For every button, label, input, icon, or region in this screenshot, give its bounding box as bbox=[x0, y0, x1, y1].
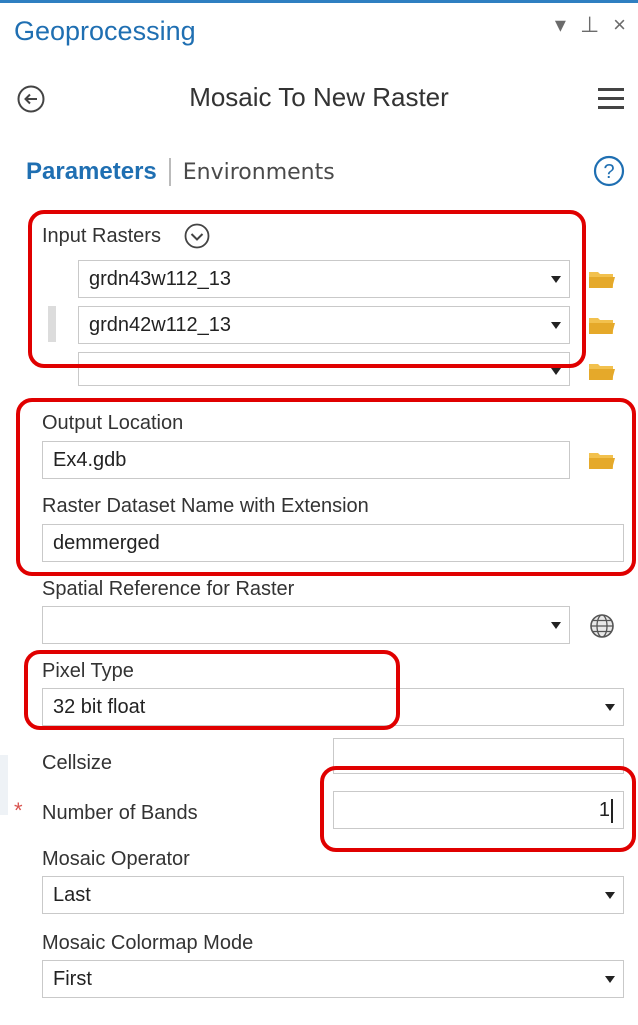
raster-name-value: demmerged bbox=[53, 532, 160, 554]
spatial-reference-label: Spatial Reference for Raster bbox=[42, 578, 295, 600]
mosaic-operator-label: Mosaic Operator bbox=[42, 848, 190, 870]
help-question-icon[interactable]: ? bbox=[592, 154, 626, 188]
svg-text:?: ? bbox=[603, 161, 614, 183]
chevron-down-icon bbox=[551, 368, 561, 375]
folder-icon[interactable] bbox=[588, 314, 616, 336]
tool-title: Mosaic To New Raster bbox=[189, 82, 449, 112]
cellsize-input[interactable] bbox=[333, 738, 624, 774]
hamburger-menu-icon[interactable] bbox=[598, 88, 624, 110]
pin-icon[interactable]: ⊥ bbox=[580, 14, 599, 36]
required-marker: * bbox=[14, 798, 23, 823]
cellsize-label: Cellsize bbox=[42, 752, 113, 774]
tab-parameters[interactable]: Parameters bbox=[26, 158, 157, 186]
pixel-type-label: Pixel Type bbox=[42, 660, 134, 682]
chevron-down-circle-icon[interactable] bbox=[183, 222, 211, 250]
number-of-bands-input[interactable]: 1 bbox=[333, 791, 624, 829]
pixel-type-dropdown[interactable]: 32 bit float bbox=[42, 688, 624, 726]
output-location-value: Ex4.gdb bbox=[53, 449, 127, 471]
folder-icon[interactable] bbox=[588, 360, 616, 382]
colormap-mode-value: First bbox=[53, 968, 92, 990]
input-raster-value: grdn42w112_13 bbox=[89, 314, 231, 336]
tab-bar: Parameters Environments bbox=[26, 158, 335, 186]
pane-options-dropdown-icon[interactable]: ▾ bbox=[555, 14, 566, 36]
left-edge-hint bbox=[0, 755, 8, 815]
chevron-down-icon bbox=[605, 892, 615, 899]
mosaic-operator-value: Last bbox=[53, 884, 91, 906]
folder-icon[interactable] bbox=[588, 268, 616, 290]
chevron-down-icon bbox=[605, 976, 615, 983]
output-location-input[interactable]: Ex4.gdb bbox=[42, 441, 570, 479]
input-raster-value: grdn43w112_13 bbox=[89, 268, 231, 290]
close-icon[interactable]: × bbox=[613, 14, 626, 36]
pixel-type-value: 32 bit float bbox=[53, 696, 146, 718]
input-raster-dropdown-3[interactable] bbox=[78, 352, 570, 386]
chevron-down-icon bbox=[551, 276, 561, 283]
output-location-label: Output Location bbox=[42, 412, 184, 434]
input-raster-dropdown-2[interactable]: grdn42w112_13 bbox=[78, 306, 570, 344]
tab-environments[interactable]: Environments bbox=[183, 160, 335, 185]
raster-name-label: Raster Dataset Name with Extension bbox=[42, 495, 369, 517]
tab-divider bbox=[168, 158, 171, 186]
text-cursor bbox=[611, 798, 613, 823]
chevron-down-icon bbox=[551, 622, 561, 629]
input-raster-dropdown-1[interactable]: grdn43w112_13 bbox=[78, 260, 570, 298]
pane-top-accent bbox=[0, 0, 638, 3]
pane-controls: ▾ ⊥ × bbox=[555, 14, 626, 36]
drag-handle[interactable] bbox=[48, 306, 56, 342]
spatial-reference-dropdown[interactable] bbox=[42, 606, 570, 644]
raster-name-input[interactable]: demmerged bbox=[42, 524, 624, 562]
mosaic-operator-dropdown[interactable]: Last bbox=[42, 876, 624, 914]
folder-icon[interactable] bbox=[588, 449, 616, 471]
globe-icon[interactable] bbox=[588, 612, 616, 640]
colormap-mode-label: Mosaic Colormap Mode bbox=[42, 932, 254, 954]
chevron-down-icon bbox=[551, 322, 561, 329]
pane-title: Geoprocessing bbox=[14, 16, 196, 46]
chevron-down-icon bbox=[605, 704, 615, 711]
input-rasters-label: Input Rasters bbox=[42, 225, 161, 247]
number-of-bands-label: Number of Bands bbox=[42, 802, 198, 824]
colormap-mode-dropdown[interactable]: First bbox=[42, 960, 624, 998]
number-of-bands-value: 1 bbox=[598, 799, 610, 821]
